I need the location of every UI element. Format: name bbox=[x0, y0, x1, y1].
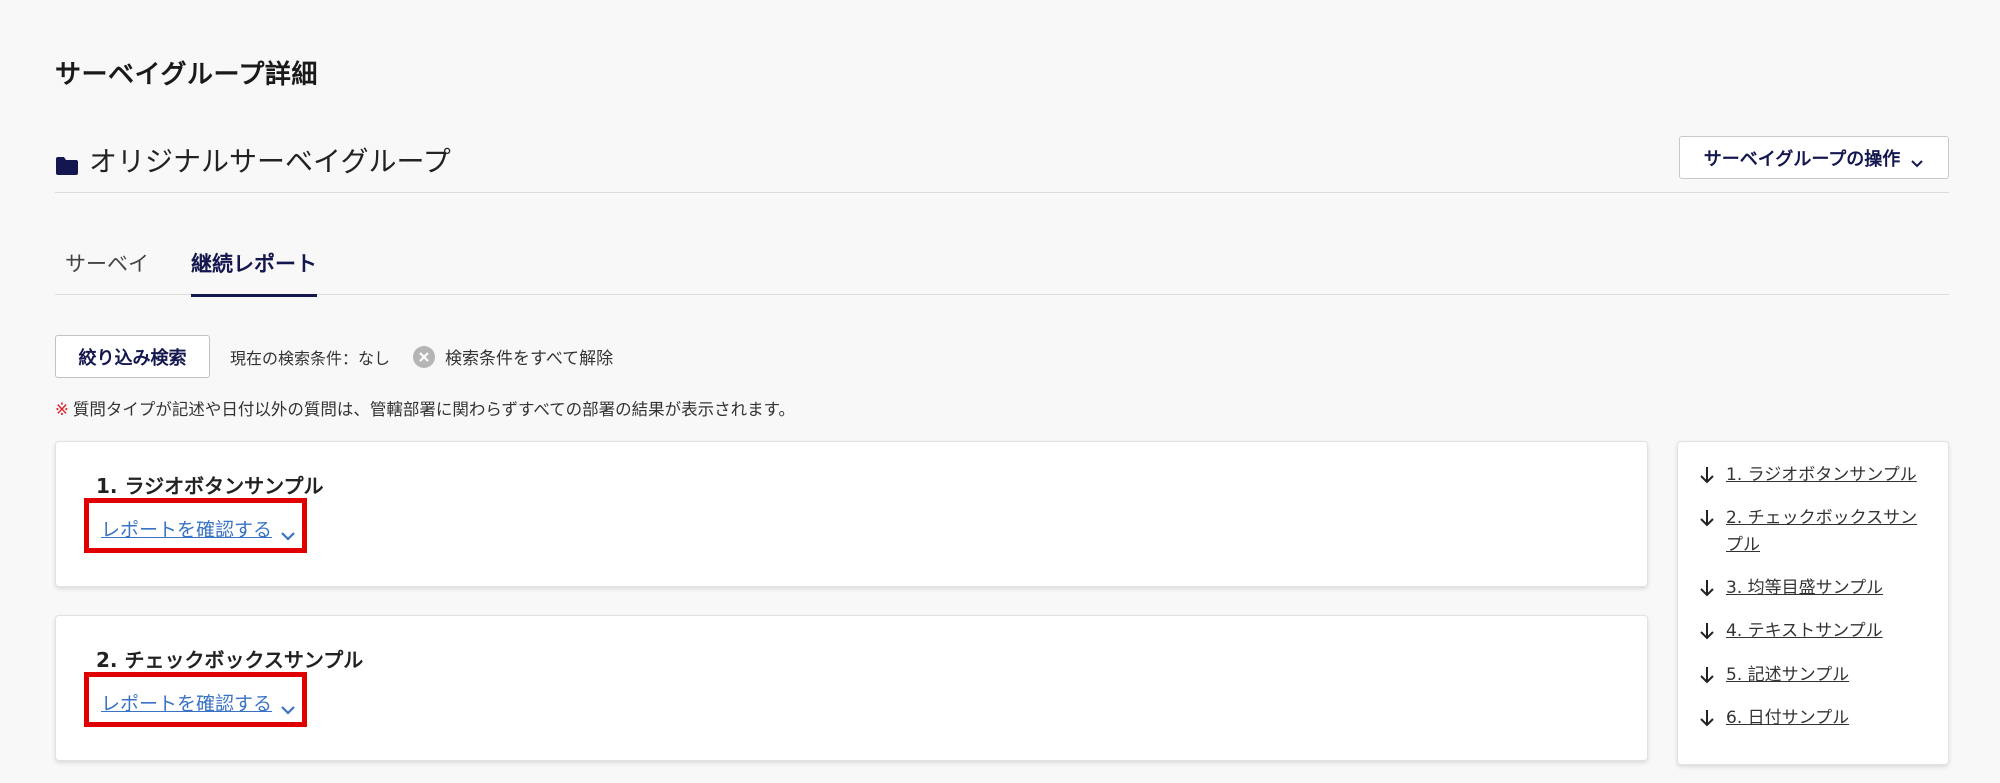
clear-conditions-button[interactable]: 検索条件をすべて解除 bbox=[412, 344, 613, 369]
page-title: サーベイグループ詳細 bbox=[55, 60, 318, 90]
toc-item[interactable]: 1. ラジオボタンサンプル bbox=[1698, 462, 1926, 488]
toc-item[interactable]: 6. 日付サンプル bbox=[1698, 705, 1926, 731]
toc-item[interactable]: 3. 均等目盛サンプル bbox=[1698, 575, 1926, 601]
view-report-link[interactable]: レポートを確認する bbox=[101, 515, 296, 542]
toc-item[interactable]: 4. テキストサンプル bbox=[1698, 618, 1926, 644]
notice-text: 質問タイプが記述や日付以外の質問は、管轄部署に関わらずすべての部署の結果が表示さ… bbox=[72, 400, 796, 419]
notice: ※ 質問タイプが記述や日付以外の質問は、管轄部署に関わらずすべての部署の結果が表示… bbox=[55, 396, 795, 420]
clear-conditions-label: 検索条件をすべて解除 bbox=[445, 349, 614, 369]
question-toc: 1. ラジオボタンサンプル 2. チェックボックスサンプル 3. 均等目盛サンプ… bbox=[1677, 441, 1949, 765]
toc-link[interactable]: 4. テキストサンプル bbox=[1726, 618, 1883, 644]
tabs: サーベイ 継続レポート bbox=[55, 240, 1949, 297]
arrow-down-icon bbox=[1698, 621, 1716, 641]
toc-link[interactable]: 1. ラジオボタンサンプル bbox=[1726, 462, 1917, 488]
clear-circle-icon bbox=[412, 345, 436, 369]
view-report-label: レポートを確認する bbox=[101, 693, 273, 715]
notice-mark: ※ bbox=[55, 400, 69, 419]
toc-link[interactable]: 5. 記述サンプル bbox=[1726, 662, 1849, 688]
question-card: 2. チェックボックスサンプル レポートを確認する bbox=[55, 615, 1648, 761]
arrow-down-icon bbox=[1698, 465, 1716, 485]
tab-continuous-report[interactable]: 継続レポート bbox=[191, 248, 317, 297]
folder-icon bbox=[55, 150, 79, 175]
chevron-down-icon bbox=[1910, 153, 1924, 167]
toc-item[interactable]: 2. チェックボックスサンプル bbox=[1698, 505, 1926, 558]
question-card: 1. ラジオボタンサンプル レポートを確認する bbox=[55, 441, 1648, 587]
toc-link[interactable]: 3. 均等目盛サンプル bbox=[1726, 575, 1883, 601]
tab-survey[interactable]: サーベイ bbox=[65, 248, 149, 296]
filter-search-button[interactable]: 絞り込み検索 bbox=[55, 335, 210, 378]
toc-item[interactable]: 5. 記述サンプル bbox=[1698, 662, 1926, 688]
arrow-down-icon bbox=[1698, 508, 1716, 528]
chevron-down-icon bbox=[280, 698, 296, 715]
arrow-down-icon bbox=[1698, 708, 1716, 728]
survey-group-operations-label: サーベイグループの操作 bbox=[1703, 148, 1901, 170]
highlight-box: レポートを確認する bbox=[84, 498, 307, 553]
highlight-box: レポートを確認する bbox=[84, 672, 307, 727]
view-report-label: レポートを確認する bbox=[101, 519, 273, 541]
toc-link[interactable]: 6. 日付サンプル bbox=[1726, 705, 1849, 731]
arrow-down-icon bbox=[1698, 665, 1716, 685]
group-header: オリジナルサーベイグループ サーベイグループの操作 bbox=[55, 130, 1949, 193]
current-conditions-text: 現在の検索条件：なし bbox=[230, 348, 391, 368]
view-report-link[interactable]: レポートを確認する bbox=[101, 689, 296, 716]
toc-link[interactable]: 2. チェックボックスサンプル bbox=[1726, 505, 1926, 558]
group-name: オリジナルサーベイグループ bbox=[89, 145, 451, 178]
chevron-down-icon bbox=[280, 524, 296, 541]
question-title: 1. ラジオボタンサンプル bbox=[96, 474, 324, 498]
survey-group-operations-button[interactable]: サーベイグループの操作 bbox=[1679, 136, 1949, 179]
group-name-row: オリジナルサーベイグループ bbox=[55, 140, 451, 180]
arrow-down-icon bbox=[1698, 578, 1716, 598]
question-title: 2. チェックボックスサンプル bbox=[96, 648, 364, 672]
page: サーベイグループ詳細 オリジナルサーベイグループ サーベイグループの操作 サーベ… bbox=[0, 0, 2000, 783]
filter-row: 絞り込み検索 現在の検索条件：なし 検索条件をすべて解除 bbox=[55, 335, 613, 378]
